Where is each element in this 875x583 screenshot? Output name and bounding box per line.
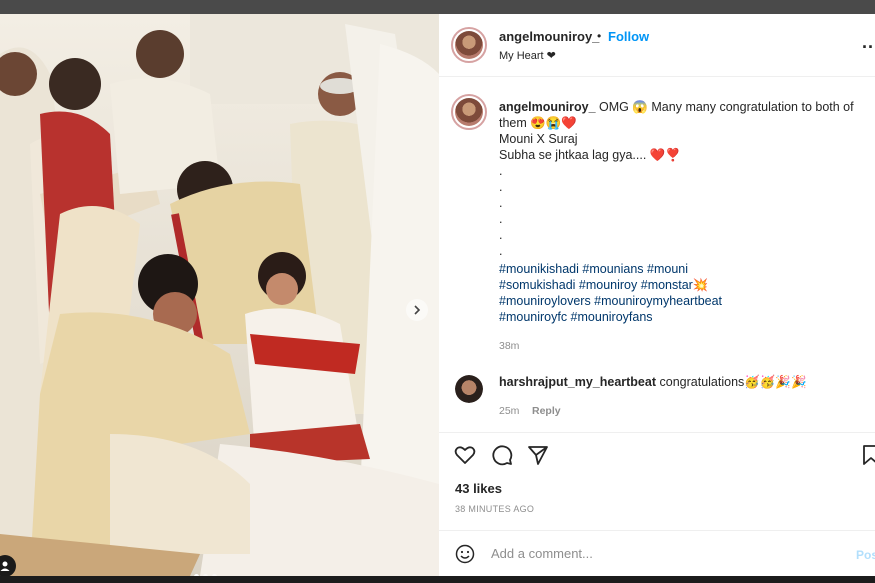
emoji-icon[interactable] — [455, 544, 475, 564]
more-options-button[interactable]: ... — [862, 32, 875, 53]
caption-username[interactable]: angelmouniroy_ — [499, 100, 596, 114]
header-separator: • — [597, 29, 602, 43]
browser-frame-bottom — [0, 576, 875, 583]
chevron-right-icon — [414, 305, 421, 315]
caption-dot: . — [499, 212, 503, 226]
comment-text: congratulations🥳🥳🎉🎉 — [659, 375, 807, 389]
caption-dot: . — [499, 228, 503, 242]
comment-time[interactable]: 25m — [499, 405, 519, 417]
hashtag-list: #mounikishadi #mounians #mouni #somukish… — [499, 261, 759, 325]
hashtag-line[interactable]: #mouniroyfc #mouniroyfans — [499, 309, 759, 325]
caption-dot: . — [499, 244, 503, 258]
post-actions — [439, 432, 875, 473]
add-comment-input[interactable] — [491, 546, 791, 561]
comment-username[interactable]: harshrajput_my_heartbeat — [499, 375, 656, 389]
post-caption: angelmouniroy_ OMG 😱 Many many congratul… — [499, 99, 871, 259]
heart-icon[interactable] — [453, 443, 477, 467]
follow-button[interactable]: Follow — [608, 29, 649, 44]
post-header: angelmouniroy_ • Follow My Heart ❤ ... — [439, 14, 875, 77]
caption-dot: . — [499, 180, 503, 194]
comment: harshrajput_my_heartbeat congratulations… — [499, 375, 807, 390]
reply-button[interactable]: Reply — [532, 405, 561, 417]
post-timestamp[interactable]: 38 MINUTES AGO — [455, 504, 534, 514]
caption-line-2: Mouni X Suraj — [499, 132, 578, 146]
caption-dot: . — [499, 164, 503, 178]
hashtag-line[interactable]: #mouniroylovers #mouniroymyheartbeat — [499, 293, 759, 309]
wedding-photo-image — [0, 14, 439, 576]
post-location[interactable]: My Heart ❤ — [499, 49, 556, 62]
add-comment-bar: Pos — [439, 530, 875, 576]
hashtag-line[interactable]: #mounikishadi #mounians #mouni — [499, 261, 759, 277]
share-icon[interactable] — [526, 443, 550, 467]
caption-dot: . — [499, 196, 503, 210]
caption-avatar[interactable] — [451, 94, 487, 130]
post-photo[interactable] — [0, 14, 439, 576]
caption-time[interactable]: 38m — [499, 340, 519, 352]
caption-line-3: Subha se jhtkaa lag gya.... ❤️❣️ — [499, 148, 681, 162]
comment-icon[interactable] — [490, 443, 514, 467]
post-comment-button[interactable]: Pos — [856, 548, 875, 562]
bookmark-icon[interactable] — [859, 443, 875, 467]
hashtag-line[interactable]: #somukishadi #mouniroy #monstar💥 — [499, 277, 759, 293]
author-username[interactable]: angelmouniroy_ — [499, 29, 599, 44]
next-slide-button[interactable] — [406, 299, 428, 321]
tagged-users-button[interactable] — [0, 555, 16, 576]
user-icon — [0, 561, 10, 571]
author-avatar[interactable] — [451, 27, 487, 63]
post-details-panel: angelmouniroy_ • Follow My Heart ❤ ... a… — [439, 14, 875, 576]
like-count[interactable]: 43 likes — [455, 481, 502, 496]
browser-frame-top — [0, 0, 875, 14]
commenter-avatar[interactable] — [455, 375, 483, 403]
